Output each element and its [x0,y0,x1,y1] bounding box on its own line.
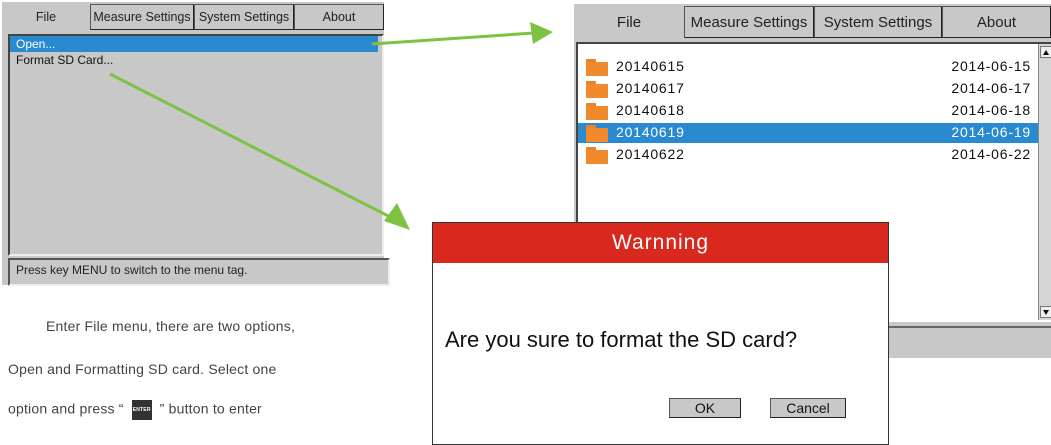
arrow-icon [109,72,397,222]
arrow-icon [371,31,535,46]
cancel-button[interactable]: Cancel [770,398,846,418]
arrow-head-icon [384,203,410,230]
dialog-title: Warnning [433,223,888,263]
arrow-head-icon [530,22,553,44]
warning-dialog: Warnning Are you sure to format the SD c… [432,222,889,445]
ok-button[interactable]: OK [669,398,741,418]
dialog-message: Are you sure to format the SD card? [445,327,798,352]
